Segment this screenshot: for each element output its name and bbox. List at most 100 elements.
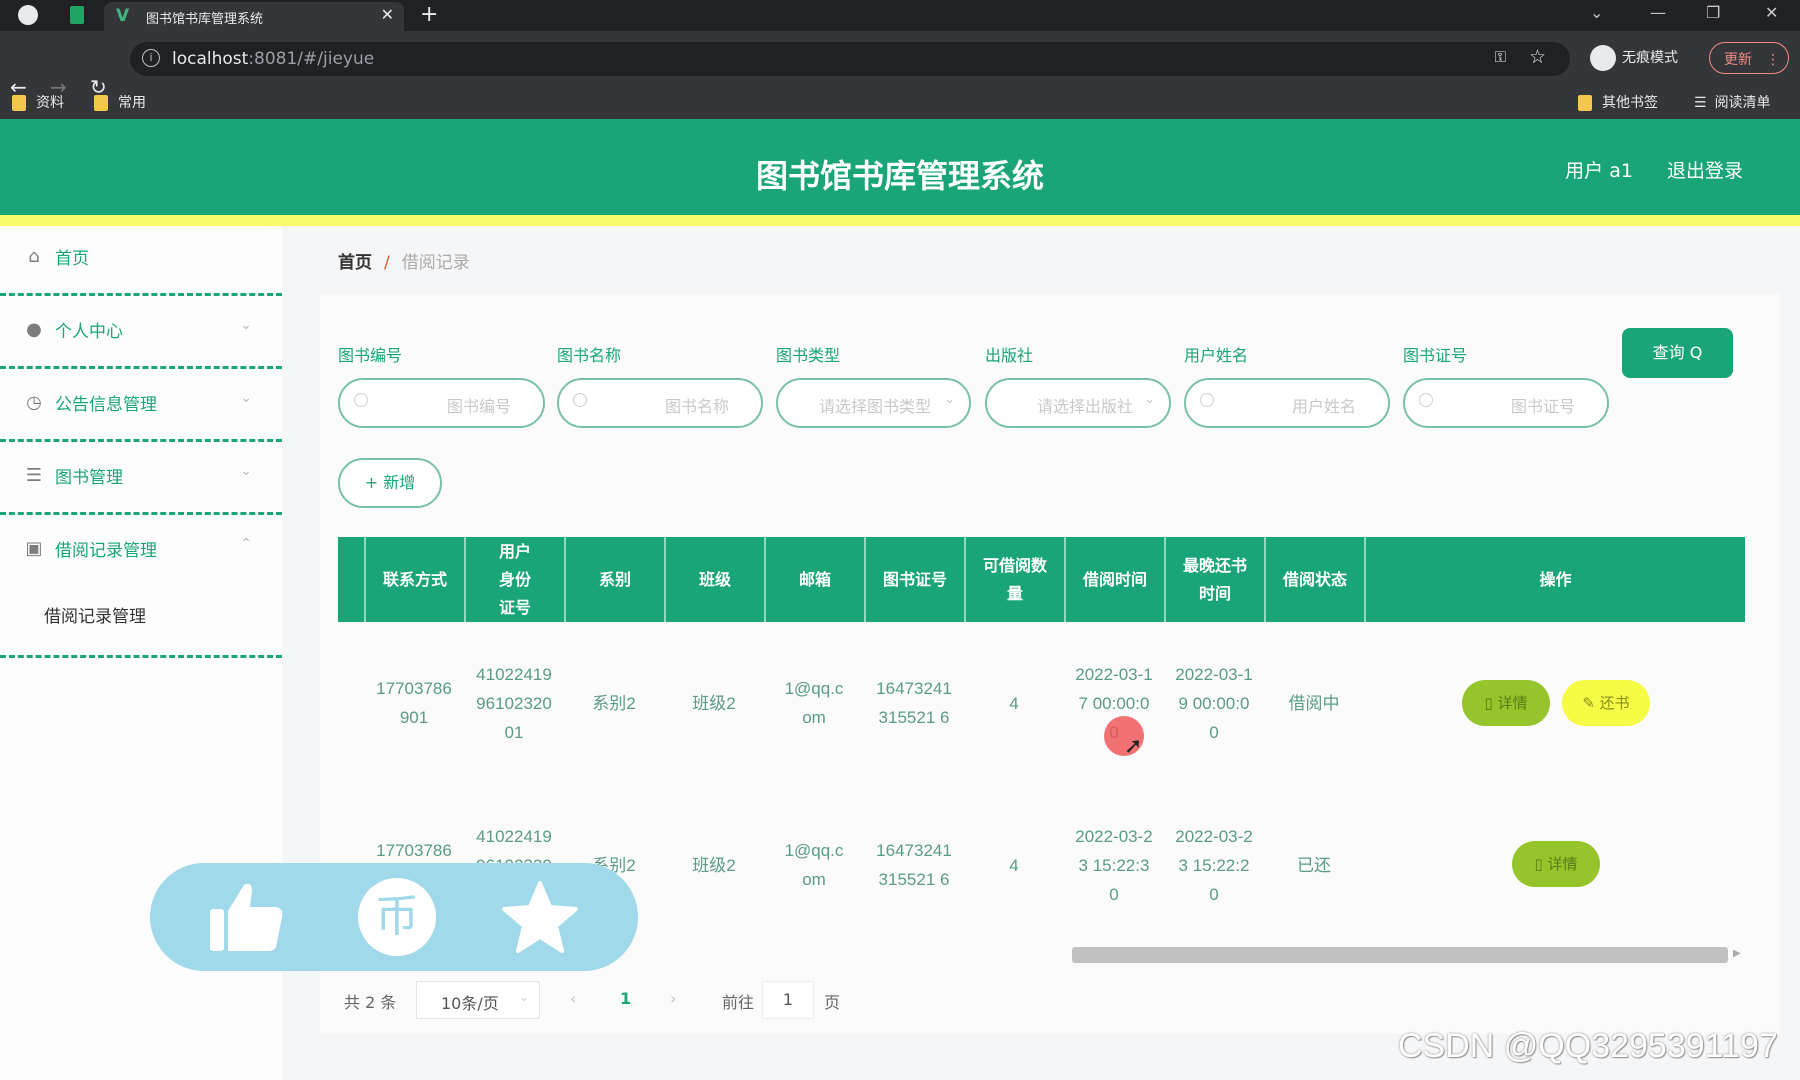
watermark: CSDN @QQ3295391197 [1398, 1027, 1778, 1065]
cell-email: 1@qq.com [764, 785, 864, 945]
filter-label-username: 用户姓名 [1184, 346, 1249, 365]
cell-status: 借阅中 [1288, 693, 1340, 713]
placeholder: 图书编号 [446, 397, 511, 416]
query-button[interactable]: 查询 Q [1622, 328, 1733, 378]
url-host: localhost [172, 49, 249, 69]
cell-text: 1@qq.com [784, 841, 844, 889]
other-bookmarks[interactable]: 其他书签 [1578, 92, 1658, 112]
tab-close-icon[interactable]: ✕ [381, 5, 394, 24]
page-size-select[interactable]: 10条/页 ⌄ [416, 981, 540, 1019]
filter-label-card-no: 图书证号 [1403, 346, 1468, 365]
cell-quantity: 4 [1009, 855, 1019, 875]
sidebar-subitem-borrow-records[interactable]: 借阅记录管理 [44, 602, 146, 627]
prev-page-icon[interactable]: ‹ [570, 989, 576, 1008]
filter-label-book-name: 图书名称 [557, 346, 622, 365]
column-header: 操作 [1364, 537, 1745, 622]
cell-card-no: 16473241315521 6 [864, 623, 964, 783]
coin-icon[interactable]: 币 [358, 878, 436, 956]
next-page-icon[interactable]: › [670, 989, 676, 1008]
spreadsheet-tab-icon[interactable] [70, 6, 84, 24]
scroll-right-arrow-icon[interactable]: ▶ [1733, 948, 1741, 959]
column-header: 联系方式 [364, 537, 464, 622]
folder-icon [94, 95, 108, 111]
address-bar[interactable]: i localhost:8081/#/jieyue ⚿ ☆ [130, 42, 1570, 76]
sidebar-item-personal-center[interactable]: ● 个人中心 ⌄ [0, 299, 282, 369]
bookmark-folder[interactable]: 资料 [12, 92, 64, 112]
cell-text: 16473241315521 6 [876, 679, 952, 727]
book-no-input[interactable]: 图书编号 [338, 378, 545, 428]
book-name-input[interactable]: 图书名称 [557, 378, 763, 428]
logout-link[interactable]: 退出登录 [1667, 160, 1743, 182]
add-button[interactable]: + 新增 [338, 458, 442, 508]
cell-department: 系别2 [592, 693, 636, 713]
browser-toolbar: ← → ↻ i localhost:8081/#/jieyue ⚿ ☆ 无痕模式… [0, 31, 1800, 119]
cell-phone: 17703786901 [364, 623, 464, 783]
folder-icon [12, 95, 26, 111]
cell-status: 已还 [1297, 855, 1331, 875]
reading-list[interactable]: ☰ 阅读清单 [1694, 92, 1771, 112]
placeholder: 图书名称 [664, 397, 729, 416]
reading-list-icon: ☰ [1694, 95, 1707, 111]
restore-icon[interactable]: ❐ [1706, 3, 1720, 22]
cell-quantity: 4 [1009, 693, 1019, 713]
clipboard-icon: ▣ [25, 538, 43, 559]
chevron-down-icon: ⌄ [240, 317, 252, 333]
column-header: 用户身份证号 [464, 537, 564, 622]
return-book-button[interactable]: ✎ 还书 [1562, 680, 1650, 726]
browser-globe-icon[interactable] [18, 5, 38, 25]
page-suffix: 页 [824, 993, 841, 1012]
table-header: 联系方式 用户身份证号 系别 班级 邮箱 图书证号 可借阅数量 借阅时间 最晚还… [338, 537, 1745, 622]
more-menu-icon[interactable]: ⋮ [1766, 52, 1780, 68]
sidebar-item-borrow-records[interactable]: ▣ 借阅记录管理 ⌃ 借阅记录管理 [0, 518, 282, 658]
bookmarks-bar: 资料 常用 其他书签 ☰ 阅读清单 [0, 84, 1800, 118]
update-button[interactable]: 更新 ⋮ [1709, 42, 1789, 74]
user-info: 用户 a1 退出登录 [1537, 156, 1743, 183]
sidebar-item-announcements[interactable]: ◷ 公告信息管理 ⌄ [0, 372, 282, 442]
username-input[interactable]: 用户姓名 [1184, 378, 1390, 428]
cell-due-time: 2022-03-23 15:22:20 [1164, 785, 1264, 945]
card-no-input[interactable]: 图书证号 [1403, 378, 1609, 428]
bookmark-star-icon[interactable]: ☆ [1529, 46, 1546, 68]
minimize-icon[interactable]: — [1650, 3, 1666, 22]
clock-icon: ◷ [26, 392, 42, 413]
sidebar-item-books[interactable]: ☰ 图书管理 ⌄ [0, 445, 282, 515]
breadcrumb-home[interactable]: 首页 [338, 253, 372, 273]
cell-text: 2022-03-19 00:00:00 [1175, 664, 1253, 742]
filter-label-publisher: 出版社 [985, 346, 1034, 365]
bookmark-folder[interactable]: 常用 [94, 92, 146, 112]
cell-borrow-time: 2022-03-23 15:22:30 [1064, 785, 1164, 945]
total-count: 共 2 条 [344, 993, 397, 1012]
document-icon: ▯ [1534, 855, 1548, 873]
sidebar-item-home[interactable]: ⌂ 首页 [0, 226, 282, 296]
page-number[interactable]: 1 [620, 989, 631, 1008]
folder-icon [1578, 95, 1592, 111]
browser-tabbar: V 图书馆书库管理系统 ✕ + ⌄ — ❐ ✕ [0, 0, 1800, 31]
chevron-up-icon: ⌃ [240, 536, 252, 552]
tab-search-icon[interactable]: ⌄ [1590, 3, 1603, 22]
placeholder: 图书证号 [1510, 397, 1575, 416]
book-type-select[interactable]: 请选择图书类型 ⌄ [776, 378, 971, 428]
window-close-icon[interactable]: ✕ [1765, 3, 1778, 22]
publisher-select[interactable]: 请选择出版社 ⌄ [985, 378, 1171, 428]
browser-tab[interactable]: V 图书馆书库管理系统 ✕ [104, 2, 404, 31]
column-header: 借阅状态 [1264, 537, 1364, 622]
mouse-cursor-icon: ➚ [1124, 734, 1143, 759]
horizontal-scrollbar[interactable] [1072, 947, 1728, 963]
column-header: 邮箱 [764, 537, 864, 622]
cell-text: 16473241315521 6 [876, 841, 952, 889]
sidebar-item-label: 个人中心 [55, 322, 123, 342]
cell-id-card: 410224199610232001 [464, 623, 564, 783]
cell-due-time: 2022-03-19 00:00:00 [1164, 623, 1264, 783]
bookmark-label: 资料 [36, 95, 64, 111]
new-tab-icon[interactable]: + [420, 2, 438, 27]
page-size-value: 10条/页 [441, 994, 499, 1013]
goto-page-input[interactable]: 1 [762, 981, 814, 1019]
bookmark-label: 常用 [118, 95, 146, 111]
detail-button[interactable]: ▯ 详情 [1512, 841, 1600, 887]
star-icon[interactable] [500, 881, 580, 953]
info-icon[interactable]: i [142, 49, 160, 67]
thumbs-up-icon[interactable] [208, 881, 288, 953]
detail-button[interactable]: ▯ 详情 [1462, 680, 1550, 726]
key-icon[interactable]: ⚿ [1495, 48, 1506, 66]
incognito-indicator[interactable]: 无痕模式 [1590, 45, 1678, 71]
